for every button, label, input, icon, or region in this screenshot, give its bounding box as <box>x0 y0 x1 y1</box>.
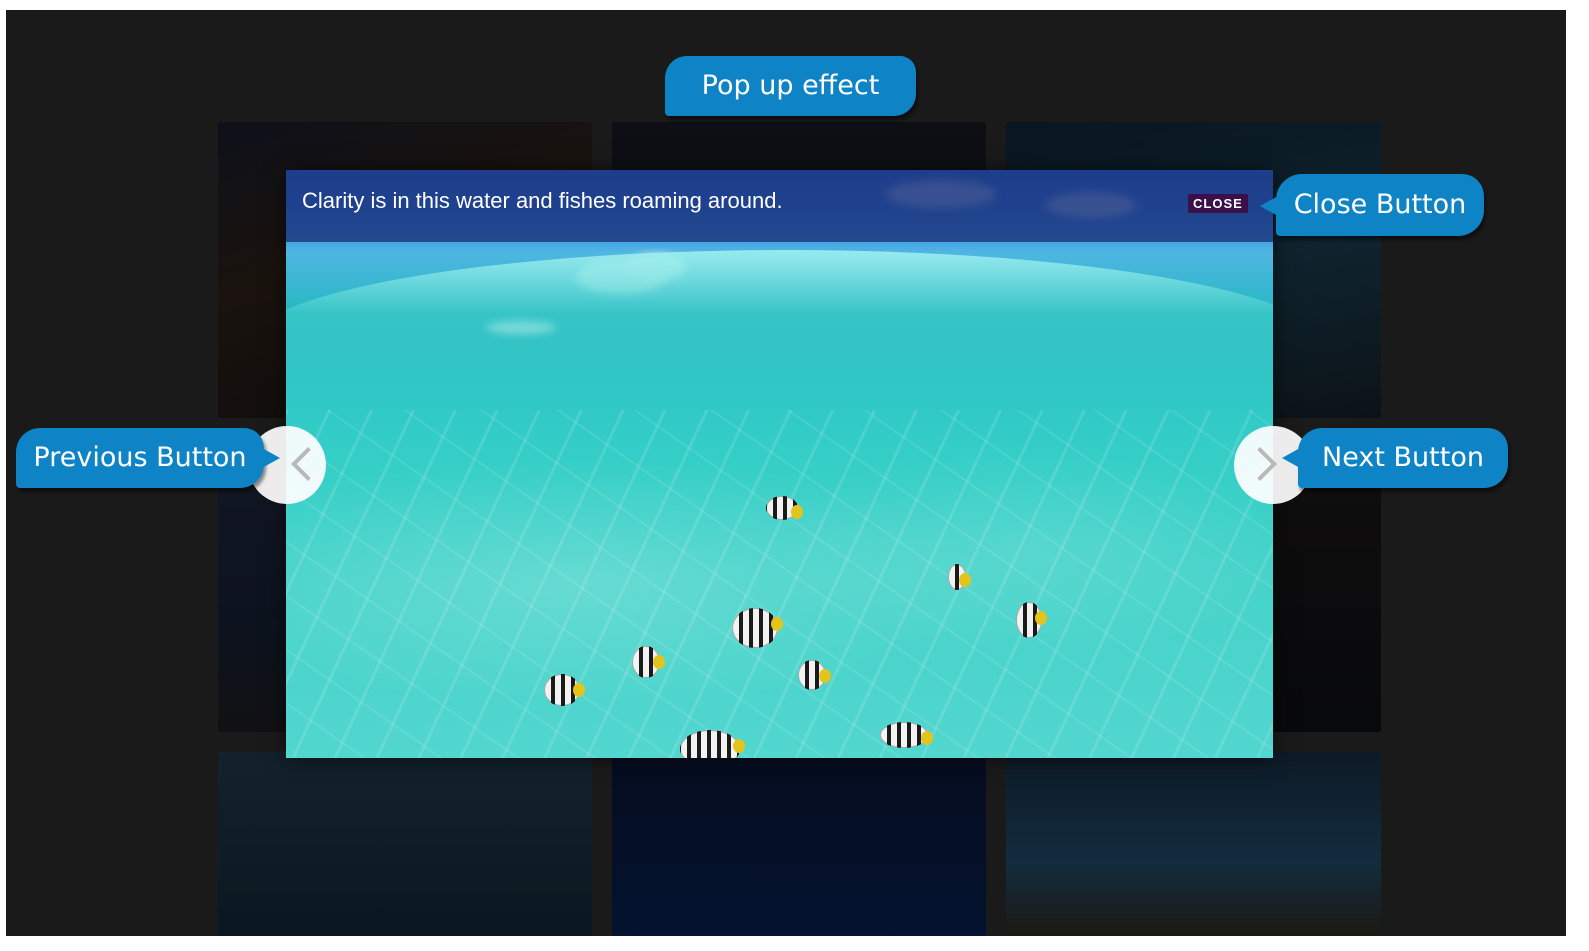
fish-icon <box>948 564 971 590</box>
fish-icon <box>544 674 585 706</box>
ocean-photo <box>286 170 1273 758</box>
callout-popup-effect: Pop up effect <box>665 56 916 116</box>
gallery-thumbnail[interactable] <box>612 752 986 936</box>
callout-tail <box>1282 448 1300 468</box>
seafloor-caustics <box>286 410 1273 758</box>
callout-previous-button: Previous Button <box>16 428 264 488</box>
fish-icon <box>732 608 783 648</box>
chevron-right-icon <box>1243 447 1277 481</box>
backdrop-gutter <box>1504 10 1566 936</box>
callout-tail <box>1260 196 1278 216</box>
wave-shape <box>286 250 1273 410</box>
fish-icon <box>766 496 803 520</box>
lightbox-popup: Clarity is in this water and fishes roam… <box>286 170 1273 758</box>
callout-close-button: Close Button <box>1276 174 1484 236</box>
fish-icon <box>880 722 933 748</box>
callout-next-button: Next Button <box>1298 428 1508 488</box>
callout-tail <box>262 448 280 468</box>
fish-icon <box>1016 602 1047 638</box>
gallery-thumbnail[interactable] <box>1006 752 1381 936</box>
close-button[interactable]: CLOSE <box>1188 194 1248 213</box>
caption-bar: Clarity is in this water and fishes roam… <box>286 170 1273 242</box>
fish-icon <box>632 646 665 678</box>
fish-icon <box>798 660 831 690</box>
image-caption: Clarity is in this water and fishes roam… <box>302 188 783 213</box>
gallery-thumbnail[interactable] <box>218 752 592 936</box>
chevron-left-icon <box>291 447 325 481</box>
